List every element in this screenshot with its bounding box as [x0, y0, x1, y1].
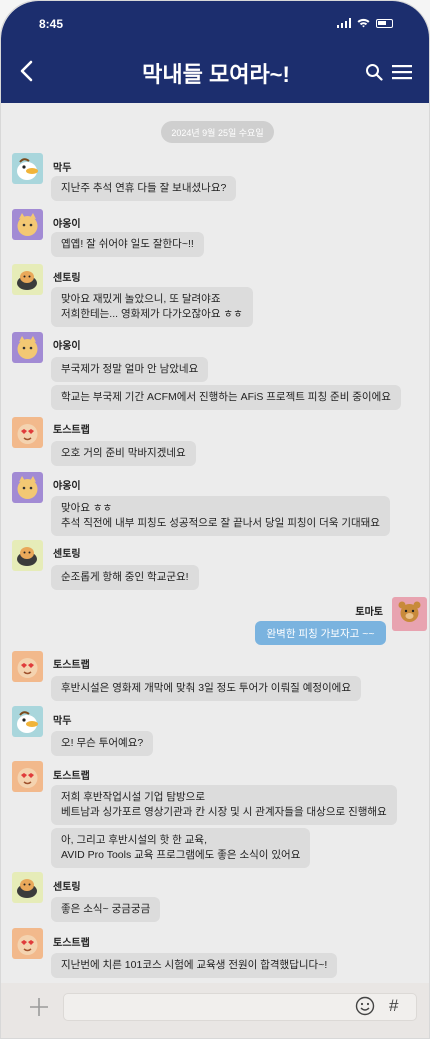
battery-icon — [376, 19, 393, 28]
sender-name: 센토링 — [53, 273, 81, 284]
bear-avatar[interactable] — [392, 597, 427, 631]
status-icons — [336, 18, 393, 28]
message-bubble[interactable]: 후반시설은 영화제 개막에 맞춰 3일 정도 투어가 이뤄질 예정이에요 — [51, 676, 361, 701]
cat-avatar[interactable] — [12, 209, 43, 240]
message-bubble[interactable]: 학교는 부국제 기간 ACFM에서 진행하는 AFiS 프로젝트 피칭 준비 중… — [51, 385, 401, 410]
wifi-icon — [357, 18, 370, 28]
search-icon[interactable] — [365, 63, 383, 81]
peach-avatar[interactable] — [12, 651, 43, 682]
message-bubble[interactable]: 지난번에 치른 101코스 시험에 교육생 전원이 합격했답니다~! — [51, 953, 338, 978]
message-bubble[interactable]: 아, 그리고 후반시설의 핫 한 교육, AVID Pro Tools 교육 프… — [51, 828, 311, 868]
message-bubble[interactable]: 저희 후반작업시설 기업 탐방으로 베트남과 싱가포르 영상기관과 칸 시장 및… — [51, 785, 397, 825]
sender-name: 토스트랩 — [53, 660, 90, 671]
date-separator: 2024년 9월 25일 수요일 — [161, 121, 274, 143]
input-bar: # — [1, 983, 429, 1038]
phone-screen: 8:45 막내들 모여라~! 2024년 9월 25일 수요일 막두 지난주 추… — [0, 0, 430, 1039]
sender-name: 막두 — [53, 716, 72, 727]
cat-avatar[interactable] — [12, 332, 43, 363]
sender-name: 센토링 — [53, 549, 81, 560]
cat-avatar[interactable] — [12, 472, 43, 503]
sender-name: 야옹이 — [53, 341, 81, 352]
sender-name: 야옹이 — [53, 219, 81, 230]
peach-avatar[interactable] — [12, 928, 43, 959]
my-message-bubble[interactable]: 완벽한 피칭 가보자고 ~~ — [255, 621, 386, 645]
chat-area[interactable]: 2024년 9월 25일 수요일 막두 지난주 추석 연휴 다들 잘 보내셨나요… — [1, 103, 429, 983]
message-bubble[interactable]: 오! 무슨 투어예요? — [51, 731, 154, 756]
sender-name: 야옹이 — [53, 481, 81, 492]
plus-icon[interactable] — [27, 995, 51, 1019]
tiger-avatar[interactable] — [12, 264, 43, 295]
peach-avatar[interactable] — [12, 761, 43, 792]
sender-name: 토스트랩 — [53, 425, 90, 436]
duck-avatar[interactable] — [12, 706, 43, 737]
status-time: 8:45 — [39, 17, 64, 31]
message-bubble[interactable]: 오호 거의 준비 막바지겠네요 — [51, 441, 196, 466]
message-bubble[interactable]: 부국제가 정말 얼마 안 남았네요 — [51, 357, 209, 382]
message-bubble[interactable]: 맞아요 ㅎㅎ 추석 직전에 내부 피칭도 성공적으로 잘 끝나서 당일 피칭이 … — [51, 496, 390, 536]
sender-name: 센토링 — [53, 882, 81, 893]
sender-name: 토스트랩 — [53, 938, 90, 949]
tiger-avatar[interactable] — [12, 540, 43, 571]
message-bubble[interactable]: 지난주 추석 연휴 다들 잘 보내셨나요? — [51, 176, 237, 201]
message-bubble[interactable]: 맞아요 재밌게 놀았으니, 또 달려야죠 저희한테는... 영화제가 다가오잖아… — [51, 287, 253, 327]
sender-name: 막두 — [53, 163, 72, 174]
message-bubble[interactable]: 옙옙! 잘 쉬어야 일도 잘한다~!! — [51, 232, 204, 257]
my-name: 토마토 — [355, 607, 383, 618]
duck-avatar[interactable] — [12, 153, 43, 184]
signal-icon — [336, 18, 351, 28]
menu-icon[interactable] — [391, 63, 413, 81]
header-bar: 8:45 막내들 모여라~! — [1, 1, 429, 103]
peach-avatar[interactable] — [12, 417, 43, 448]
message-bubble[interactable]: 좋은 소식~ 궁금궁금 — [51, 897, 161, 922]
hashtag-button[interactable]: # — [389, 996, 398, 1016]
sender-name: 토스트랩 — [53, 771, 90, 782]
emoji-icon[interactable] — [355, 996, 375, 1016]
tiger-avatar[interactable] — [12, 872, 43, 903]
message-bubble[interactable]: 순조롭게 항해 중인 학교군요! — [51, 565, 199, 590]
